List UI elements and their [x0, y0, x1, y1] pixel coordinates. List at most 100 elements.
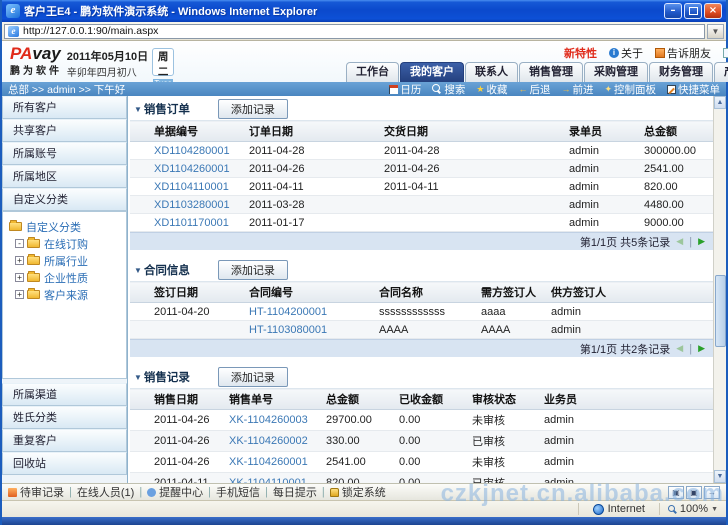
record-link[interactable]: XK-1104260001	[229, 456, 308, 468]
record-link[interactable]: XD1103280001	[154, 199, 230, 211]
tree-collapse-icon[interactable]	[15, 239, 24, 248]
new-features-link[interactable]: 新特性	[564, 45, 597, 61]
tab-my-customers[interactable]: 我的客户	[400, 62, 464, 82]
pending-audit-link[interactable]: 待审记录	[8, 484, 64, 500]
scroll-up-icon[interactable]: ▲	[714, 96, 726, 109]
pagination-bar: 第1/1页 共2条记录 ◀ | ▶	[130, 339, 713, 357]
envelope-icon	[655, 48, 665, 58]
column-header: 总金额	[640, 120, 713, 142]
favorites-button[interactable]: ★ 收藏	[476, 82, 507, 97]
sidebar-item-shared-customers[interactable]: 共享客户	[2, 119, 127, 142]
next-page-icon[interactable]: ▶	[698, 236, 705, 247]
prev-page-icon[interactable]: ◀	[676, 236, 683, 247]
record-link[interactable]: XK-1104110001	[229, 477, 307, 483]
status-tool-button[interactable]: ▣	[668, 485, 684, 499]
record-link[interactable]: XD1104110001	[154, 181, 229, 193]
status-tool-button[interactable]: →	[704, 485, 720, 499]
sidebar-item-recycle-bin[interactable]: 回收站	[2, 452, 127, 475]
quick-menu-button[interactable]: 快捷菜单	[667, 82, 720, 97]
tree-expand-icon[interactable]	[15, 256, 24, 265]
scrollbar-thumb[interactable]	[715, 275, 726, 348]
zoom-caret-icon: ▼	[711, 505, 718, 513]
section-title: 销售记录	[143, 372, 190, 384]
record-link[interactable]: HT-1103080001	[249, 324, 327, 336]
scroll-down-icon[interactable]: ▼	[714, 470, 726, 483]
tree-item-industry[interactable]: 所属行业	[9, 252, 124, 269]
vertical-scrollbar[interactable]: ▲ ▼	[713, 96, 726, 483]
next-page-icon[interactable]: ▶	[698, 343, 705, 354]
back-button[interactable]: ← 后退	[518, 82, 550, 97]
zoom-control[interactable]: 100% ▼	[658, 503, 726, 515]
about-icon: i	[609, 48, 619, 58]
tree-root[interactable]: 自定义分类	[9, 218, 124, 235]
record-link[interactable]: XD1101170001	[154, 217, 229, 229]
table-cell: 2011-01-17	[245, 213, 380, 232]
address-input[interactable]: e http://127.0.0.1:90/main.aspx	[4, 23, 705, 39]
sales-order-table: 单据编号 订单日期 交货日期 录单员 总金额 XD1104280001 2011-04-28…	[130, 120, 713, 232]
add-record-button[interactable]: 添加记录	[217, 99, 288, 119]
sidebar-item-surname-category[interactable]: 姓氏分类	[2, 406, 127, 429]
record-link[interactable]: HT-1104200001	[249, 306, 327, 318]
search-icon	[432, 84, 442, 94]
about-link[interactable]: i 关于	[609, 45, 643, 61]
record-link[interactable]: XD1104260001	[154, 163, 230, 175]
add-record-button[interactable]: 添加记录	[217, 367, 288, 387]
back-arrow-icon: ←	[518, 84, 528, 94]
audit-icon	[8, 487, 17, 497]
sidebar-item-region[interactable]: 所属地区	[2, 165, 127, 188]
minimize-button[interactable]: –	[664, 3, 682, 19]
header-links: 新特性 i关于 告诉朋友 反馈意见 皮肤 帮助 退出	[174, 41, 728, 61]
collapse-arrow-icon[interactable]: ▼	[134, 266, 142, 275]
address-bar: e http://127.0.0.1:90/main.aspx ▼	[2, 22, 726, 41]
table-cell: 2011-04-26	[380, 159, 565, 178]
calendar-button[interactable]: 日历	[389, 82, 421, 97]
restore-button[interactable]	[684, 3, 702, 19]
control-panel-button[interactable]: ✦ 控制面板	[604, 82, 656, 97]
tell-friend-link[interactable]: 告诉朋友	[655, 45, 711, 61]
table-cell: 2011-04-11	[130, 472, 225, 483]
address-dropdown-icon[interactable]: ▼	[707, 23, 724, 39]
globe-icon	[592, 503, 604, 515]
forward-button[interactable]: → 前进	[561, 82, 593, 97]
tab-sales-mgmt[interactable]: 销售管理	[519, 62, 583, 82]
sidebar-item-account[interactable]: 所属账号	[2, 142, 127, 165]
record-link[interactable]: XD1104280001	[154, 145, 230, 157]
collapse-arrow-icon[interactable]: ▼	[134, 105, 142, 114]
prev-page-icon[interactable]: ◀	[676, 343, 683, 354]
tree-item-enterprise-nature[interactable]: 企业性质	[9, 269, 124, 286]
tab-product-mgmt[interactable]: 产品管理	[714, 62, 728, 82]
search-button[interactable]: 搜索	[432, 82, 465, 97]
contract-info-section: ▼ 合同信息 添加记录 签订日期 合同编号 合同名称 需方签订人 供方签订人 2011-0…	[130, 259, 713, 357]
tree-item-customer-source[interactable]: 客户来源	[9, 286, 124, 303]
sidebar-item-channel[interactable]: 所属渠道	[2, 383, 127, 406]
reminder-center-link[interactable]: 提醒中心	[147, 484, 203, 500]
record-link[interactable]: XK-1104260002	[229, 435, 308, 447]
add-record-button[interactable]: 添加记录	[217, 260, 288, 280]
tab-purchase-mgmt[interactable]: 采购管理	[584, 62, 648, 82]
record-link[interactable]: XK-1104260003	[229, 414, 308, 426]
sms-link[interactable]: 手机短信	[216, 484, 260, 500]
online-users-link[interactable]: 在线人员(1)	[77, 484, 134, 500]
tab-workbench[interactable]: 工作台	[346, 62, 399, 82]
tree-expand-icon[interactable]	[15, 273, 24, 282]
close-button[interactable]: ×	[704, 3, 722, 19]
folder-icon	[27, 288, 40, 299]
collapse-arrow-icon[interactable]: ▼	[134, 373, 142, 382]
scrollbar-track[interactable]	[714, 109, 726, 470]
daily-tips-link[interactable]: 每日提示	[273, 484, 317, 500]
sidebar-item-all-customers[interactable]: 所有客户	[2, 96, 127, 119]
tab-contacts[interactable]: 联系人	[465, 62, 518, 82]
status-tool-button[interactable]: ▣	[686, 485, 702, 499]
feedback-link[interactable]: 反馈意见	[723, 45, 728, 61]
folder-icon	[27, 254, 40, 265]
sidebar-item-custom-category[interactable]: 自定义分类	[2, 188, 127, 211]
table-row: XD1104110001 2011-04-11 2011-04-11 admin 820…	[130, 177, 713, 196]
tab-finance-mgmt[interactable]: 财务管理	[649, 62, 713, 82]
folder-icon	[27, 271, 40, 282]
tree-expand-icon[interactable]	[15, 290, 24, 299]
tree-item-online-order[interactable]: 在线订购	[9, 235, 124, 252]
column-header: 合同编号	[245, 281, 375, 303]
lock-system-link[interactable]: 锁定系统	[329, 484, 386, 500]
sidebar-item-duplicate-customers[interactable]: 重复客户	[2, 429, 127, 452]
table-cell: XK-1104110001	[225, 472, 322, 483]
